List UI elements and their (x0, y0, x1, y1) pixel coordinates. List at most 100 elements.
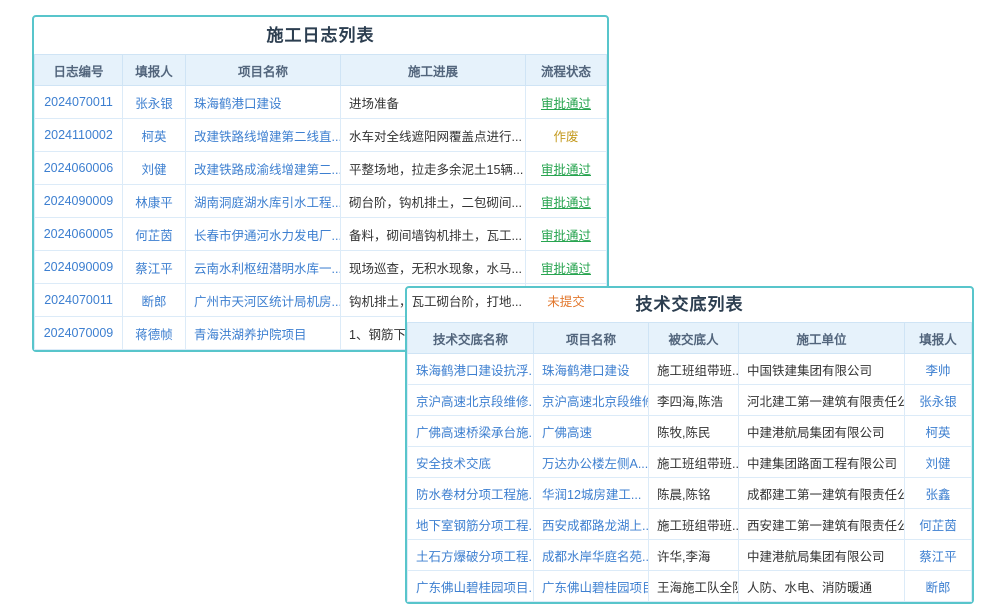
recipient-text: 王海施工队全队 (657, 581, 739, 595)
project-name-link[interactable]: 湖南洞庭湖水库引水工程... (194, 196, 341, 210)
progress-text: 进场准备 (349, 97, 399, 111)
disclosure-name-link[interactable]: 广佛高速桥梁承台施... (416, 426, 534, 440)
column-header-disclosure-name: 技术交底名称 (408, 323, 534, 354)
column-header-project-name: 项目名称 (186, 55, 341, 86)
table-row: 广佛高速桥梁承台施...广佛高速陈牧,陈民中建港航局集团有限公司柯英 (408, 416, 972, 447)
technical-disclosure-table: 技术交底名称 项目名称 被交底人 施工单位 填报人 珠海鹤港口建设抗浮... 珠海… (407, 322, 972, 602)
project-name-link[interactable]: 万达办公楼左侧A... (542, 457, 648, 471)
log-id-link[interactable]: 2024090009 (44, 260, 114, 274)
table-row: 地下室钢筋分项工程... 西安成都路龙湖上... 施工班组带班... 西安建工第一建筑… (408, 509, 972, 540)
project-name-link[interactable]: 改建铁路线增建第二线直... (194, 130, 341, 144)
log-id-link[interactable]: 2024090009 (44, 194, 114, 208)
table-row: 2024090009蔡江平云南水利枢纽潜明水库一...现场巡查，无积水现象，水马… (35, 251, 607, 284)
construction-unit-text: 中建港航局集团有限公司 (747, 550, 885, 564)
reporter-link[interactable]: 蒋德帧 (135, 328, 173, 342)
status-link[interactable]: 审批通过 (541, 229, 591, 243)
reporter-link[interactable]: 何芷茵 (135, 229, 173, 243)
construction-log-table: 日志编号 填报人 项目名称 施工进展 流程状态 2024070011 张永银 珠海鹤… (34, 54, 607, 350)
table-row: 珠海鹤港口建设抗浮...珠海鹤港口建设施工班组带班...中国铁建集团有限公司李帅 (408, 354, 972, 385)
table-row: 2024090009 林康平 湖南洞庭湖水库引水工程... 砌台阶，钩机排土，二包砌间… (35, 185, 607, 218)
reporter-link[interactable]: 断郎 (141, 295, 166, 309)
table-row: 2024060006 刘健 改建铁路成渝线增建第二... 平整场地，拉走多余泥土15辆… (35, 152, 607, 185)
progress-text: 砌台阶，钩机排土，二包砌间... (349, 196, 522, 210)
disclosure-name-link[interactable]: 地下室钢筋分项工程... (416, 519, 534, 533)
column-header-log-id: 日志编号 (35, 55, 123, 86)
project-name-link[interactable]: 西安成都路龙湖上... (542, 519, 649, 533)
reporter-link[interactable]: 何芷茵 (919, 519, 957, 533)
reporter-link[interactable]: 柯英 (925, 426, 950, 440)
status-link[interactable]: 审批通过 (541, 196, 591, 210)
column-header-reporter: 填报人 (123, 55, 186, 86)
table-row: 2024110002 柯英 改建铁路线增建第二线直... 水车对全线遮阳网覆盖点进行.… (35, 119, 607, 152)
column-header-construction-unit: 施工单位 (739, 323, 905, 354)
project-name-link[interactable]: 改建铁路成渝线增建第二... (194, 163, 341, 177)
project-name-link[interactable]: 珠海鹤港口建设 (542, 364, 630, 378)
reporter-link[interactable]: 断郎 (925, 581, 950, 595)
reporter-link[interactable]: 张永银 (919, 395, 957, 409)
status-link[interactable]: 作废 (553, 130, 578, 144)
status-link[interactable]: 审批通过 (541, 97, 591, 111)
project-name-link[interactable]: 成都水岸华庭名苑... (542, 550, 649, 564)
reporter-link[interactable]: 刘健 (925, 457, 950, 471)
column-header-flow-status: 流程状态 (526, 55, 607, 86)
construction-unit-text: 西安建工第一建筑有限责任公司 (747, 519, 905, 533)
column-header-project-name: 项目名称 (534, 323, 649, 354)
recipient-text: 许华,李海 (657, 550, 710, 564)
construction-unit-text: 河北建工第一建筑有限责任公司 (747, 395, 905, 409)
reporter-link[interactable]: 柯英 (141, 130, 166, 144)
disclosure-name-link[interactable]: 土石方爆破分项工程... (416, 550, 534, 564)
technical-disclosure-panel: 技术交底列表 技术交底名称 项目名称 被交底人 施工单位 填报人 珠海鹤港口建设… (405, 286, 974, 604)
progress-text: 水车对全线遮阳网覆盖点进行... (349, 130, 522, 144)
project-name-link[interactable]: 长春市伊通河水力发电厂... (194, 229, 341, 243)
project-name-link[interactable]: 华润12城房建工... (542, 488, 641, 502)
column-header-progress: 施工进展 (341, 55, 526, 86)
construction-unit-text: 人防、水电、消防暖通 (747, 581, 872, 595)
construction-unit-text: 中建集团路面工程有限公司 (747, 457, 897, 471)
recipient-text: 李四海,陈浩 (657, 395, 723, 409)
log-id-link[interactable]: 2024070009 (44, 326, 114, 340)
reporter-link[interactable]: 蔡江平 (919, 550, 957, 564)
reporter-link[interactable]: 蔡江平 (135, 262, 173, 276)
disclosure-name-link[interactable]: 珠海鹤港口建设抗浮... (416, 364, 534, 378)
construction-log-title: 施工日志列表 (34, 17, 607, 54)
project-name-link[interactable]: 青海洪湖养护院项目 (194, 328, 307, 342)
column-header-reporter: 填报人 (905, 323, 972, 354)
log-table-header-row: 日志编号 填报人 项目名称 施工进展 流程状态 (35, 55, 607, 86)
project-name-link[interactable]: 京沪高速北京段维修 (542, 395, 649, 409)
reporter-link[interactable]: 林康平 (135, 196, 173, 210)
table-row: 2024060005 何芷茵 长春市伊通河水力发电厂... 备料，砌间墙钩机排土，瓦工… (35, 218, 607, 251)
recipient-text: 陈晨,陈铭 (657, 488, 710, 502)
log-id-link[interactable]: 2024060006 (44, 161, 114, 175)
reporter-link[interactable]: 刘健 (141, 163, 166, 177)
log-id-link[interactable]: 2024070011 (44, 293, 113, 307)
disclosure-table-header-row: 技术交底名称 项目名称 被交底人 施工单位 填报人 (408, 323, 972, 354)
disclosure-name-link[interactable]: 京沪高速北京段维修... (416, 395, 534, 409)
log-id-link[interactable]: 2024070011 (44, 95, 113, 109)
reporter-link[interactable]: 李帅 (925, 364, 950, 378)
project-name-link[interactable]: 广州市天河区统计局机房... (194, 295, 341, 309)
recipient-text: 陈牧,陈民 (657, 426, 710, 440)
reporter-link[interactable]: 张鑫 (925, 488, 950, 502)
progress-text: 备料，砌间墙钩机排土，瓦工... (349, 229, 522, 243)
status-link[interactable]: 审批通过 (541, 262, 591, 276)
project-name-link[interactable]: 云南水利枢纽潜明水库一... (194, 262, 341, 276)
recipient-text: 施工班组带班... (657, 519, 739, 533)
log-id-link[interactable]: 2024060005 (44, 227, 114, 241)
progress-text: 钩机排土，瓦工砌台阶，打地... (349, 295, 522, 309)
table-row: 广东佛山碧桂园项目... 广东佛山碧桂园项目王海施工队全队人防、水电、消防暖通 断郎 (408, 571, 972, 602)
log-id-link[interactable]: 2024110002 (44, 128, 113, 142)
disclosure-table-body: 珠海鹤港口建设抗浮...珠海鹤港口建设施工班组带班...中国铁建集团有限公司李帅… (408, 354, 972, 602)
column-header-recipient: 被交底人 (649, 323, 739, 354)
status-link[interactable]: 未提交 (547, 295, 585, 309)
progress-text: 平整场地，拉走多余泥土15辆... (349, 163, 523, 177)
status-link[interactable]: 审批通过 (541, 163, 591, 177)
table-row: 防水卷材分项工程施... 华润12城房建工... 陈晨,陈铭 成都建工第一建筑有限责任… (408, 478, 972, 509)
project-name-link[interactable]: 广佛高速 (542, 426, 592, 440)
project-name-link[interactable]: 珠海鹤港口建设 (194, 97, 282, 111)
reporter-link[interactable]: 张永银 (135, 97, 173, 111)
disclosure-name-link[interactable]: 安全技术交底 (416, 457, 491, 471)
disclosure-name-link[interactable]: 防水卷材分项工程施... (416, 488, 534, 502)
disclosure-name-link[interactable]: 广东佛山碧桂园项目... (416, 581, 534, 595)
construction-unit-text: 成都建工第一建筑有限责任公司 (747, 488, 905, 502)
project-name-link[interactable]: 广东佛山碧桂园项目 (542, 581, 649, 595)
